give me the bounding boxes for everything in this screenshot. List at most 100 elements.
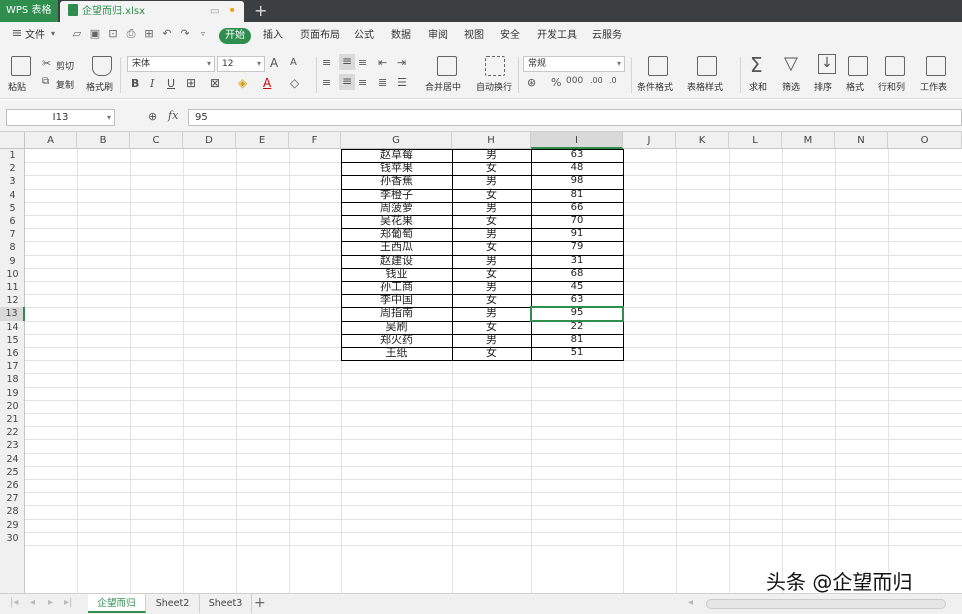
- print-icon[interactable]: ⎙: [124, 27, 138, 41]
- format-icon[interactable]: [848, 56, 868, 76]
- name-cell[interactable]: 孙香蕉: [341, 174, 452, 188]
- number-format-select[interactable]: 常规 ▾: [523, 56, 625, 72]
- row-header-25[interactable]: 25: [0, 466, 25, 479]
- column-header-d[interactable]: D: [183, 132, 236, 149]
- gender-cell[interactable]: 女: [452, 320, 531, 334]
- gender-cell[interactable]: 男: [452, 306, 531, 320]
- worksheet-icon[interactable]: [926, 56, 946, 76]
- save-icon[interactable]: ▣: [88, 27, 102, 41]
- row-header-14[interactable]: 14: [0, 321, 25, 334]
- row-header-6[interactable]: 6: [0, 215, 25, 228]
- filter-button[interactable]: 筛选: [782, 80, 800, 93]
- last-sheet-icon[interactable]: ▸|: [64, 597, 72, 608]
- italic-icon[interactable]: I: [150, 77, 154, 90]
- zoom-icon[interactable]: ⊕: [148, 110, 157, 123]
- increase-decimal-icon[interactable]: .00: [590, 76, 603, 85]
- export-icon[interactable]: ⊡: [106, 27, 120, 41]
- tab-page-layout[interactable]: 页面布局: [300, 22, 340, 49]
- score-cell[interactable]: 70: [531, 214, 623, 228]
- copy-icon[interactable]: ⧉: [42, 76, 49, 87]
- align-middle-icon[interactable]: ≡: [339, 54, 355, 70]
- name-cell[interactable]: 王纸: [341, 346, 452, 360]
- menu-file[interactable]: 文件: [25, 22, 45, 49]
- gender-cell[interactable]: 女: [452, 161, 531, 175]
- row-header-21[interactable]: 21: [0, 413, 25, 426]
- column-header-h[interactable]: H: [452, 132, 531, 149]
- table-style-icon[interactable]: [697, 56, 717, 76]
- align-center-icon[interactable]: ≡: [339, 74, 355, 90]
- name-cell[interactable]: 郑火药: [341, 333, 452, 347]
- spreadsheet-grid[interactable]: ABCDEFGHIJKLMNO 1 2 3 4 5 6 7 8 9 10 11 12 13 14 15 16 1…: [0, 132, 962, 593]
- name-cell[interactable]: 钱业: [341, 267, 452, 281]
- row-header-17[interactable]: 17: [0, 360, 25, 373]
- font-color-icon[interactable]: A: [263, 76, 271, 90]
- increase-font-icon[interactable]: A: [270, 56, 278, 70]
- first-sheet-icon[interactable]: |◂: [10, 597, 18, 608]
- row-header-19[interactable]: 19: [0, 387, 25, 400]
- fill-pattern-icon[interactable]: ⊠: [210, 76, 220, 90]
- fill-color-icon[interactable]: ◈: [238, 76, 247, 90]
- name-cell[interactable]: 吴刷: [341, 320, 452, 334]
- gender-cell[interactable]: 女: [452, 188, 531, 202]
- formula-input[interactable]: 95: [188, 109, 962, 126]
- row-header-1[interactable]: 1: [0, 149, 25, 162]
- sum-button[interactable]: 求和: [749, 80, 767, 93]
- row-header-30[interactable]: 30: [0, 532, 25, 545]
- new-tab-button[interactable]: +: [254, 0, 267, 22]
- add-sheet-button[interactable]: +: [254, 594, 266, 613]
- column-header-l[interactable]: L: [729, 132, 782, 149]
- worksheet-button[interactable]: 工作表: [920, 80, 947, 93]
- row-header-10[interactable]: 10: [0, 268, 25, 281]
- column-header-k[interactable]: K: [676, 132, 729, 149]
- column-header-c[interactable]: C: [130, 132, 183, 149]
- row-header-5[interactable]: 5: [0, 202, 25, 215]
- row-header-7[interactable]: 7: [0, 228, 25, 241]
- format-painter-icon[interactable]: [92, 56, 112, 76]
- underline-icon[interactable]: U: [167, 77, 175, 90]
- distributed-icon[interactable]: ☰: [397, 76, 407, 89]
- format-painter-button[interactable]: 格式刷: [86, 80, 113, 93]
- score-cell[interactable]: 63: [531, 293, 623, 307]
- score-cell[interactable]: 81: [531, 188, 623, 202]
- column-header-a[interactable]: A: [25, 132, 77, 149]
- gender-cell[interactable]: 女: [452, 267, 531, 281]
- cut-button[interactable]: 剪切: [56, 59, 74, 72]
- row-header-22[interactable]: 22: [0, 426, 25, 439]
- gender-cell[interactable]: 男: [452, 201, 531, 215]
- sum-icon[interactable]: Σ: [750, 53, 763, 77]
- tab-formulas[interactable]: 公式: [354, 22, 374, 49]
- score-cell[interactable]: 66: [531, 201, 623, 215]
- sheet-tab-sheet3[interactable]: Sheet3: [200, 594, 252, 613]
- column-header-i[interactable]: I: [531, 132, 623, 149]
- tab-developer[interactable]: 开发工具: [537, 22, 577, 49]
- format-button[interactable]: 格式: [846, 80, 864, 93]
- hamburger-menu-icon[interactable]: ≡: [10, 27, 24, 41]
- row-header-15[interactable]: 15: [0, 334, 25, 347]
- score-cell[interactable]: 51: [531, 346, 623, 360]
- merge-center-button[interactable]: 合并居中: [425, 80, 461, 93]
- monitor-icon[interactable]: ▭: [210, 1, 219, 22]
- sort-button[interactable]: 排序: [814, 80, 832, 93]
- percent-icon[interactable]: %: [551, 76, 561, 89]
- name-cell[interactable]: 钱苹果: [341, 161, 452, 175]
- score-cell[interactable]: 45: [531, 280, 623, 294]
- row-header-13[interactable]: 13: [0, 307, 25, 321]
- sheet-tab-sheet2[interactable]: Sheet2: [146, 594, 200, 613]
- decrease-font-icon[interactable]: A: [290, 57, 297, 68]
- row-header-11[interactable]: 11: [0, 281, 25, 294]
- tab-review[interactable]: 审阅: [428, 22, 448, 49]
- score-cell[interactable]: 22: [531, 320, 623, 334]
- app-tab[interactable]: WPS 表格: [0, 0, 58, 22]
- score-cell[interactable]: 63: [531, 148, 623, 162]
- row-header-4[interactable]: 4: [0, 189, 25, 202]
- score-cell[interactable]: 98: [531, 174, 623, 188]
- name-cell[interactable]: 周指南: [341, 306, 452, 320]
- scroll-left-icon[interactable]: ◂: [688, 597, 693, 608]
- score-cell[interactable]: 68: [531, 267, 623, 281]
- filter-icon[interactable]: ▽: [784, 53, 798, 74]
- row-header-12[interactable]: 12: [0, 294, 25, 307]
- row-header-8[interactable]: 8: [0, 241, 25, 254]
- copy-button[interactable]: 复制: [56, 78, 74, 91]
- conditional-format-button[interactable]: 条件格式: [637, 80, 673, 93]
- column-header-j[interactable]: J: [623, 132, 676, 149]
